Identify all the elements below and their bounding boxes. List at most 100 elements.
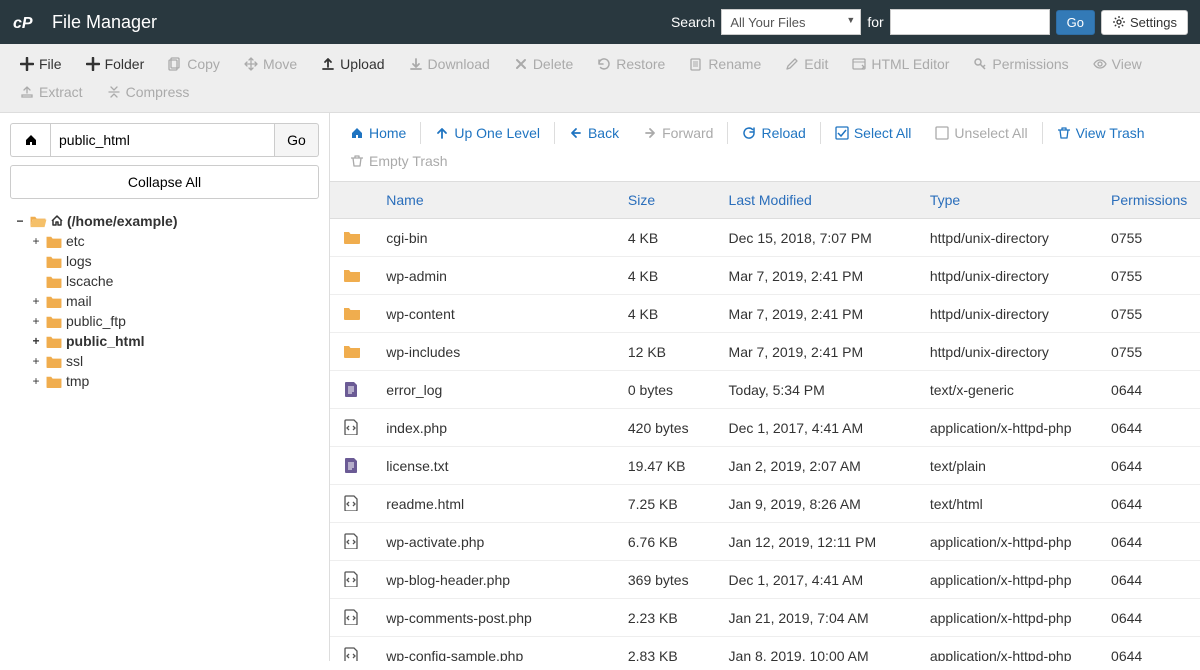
separator: [1042, 122, 1043, 144]
tree-toggle-icon[interactable]: +: [30, 314, 42, 328]
edit-button[interactable]: Edit: [773, 50, 840, 78]
file-size: 0 bytes: [616, 371, 717, 409]
col-type[interactable]: Type: [918, 182, 1099, 219]
tree-root[interactable]: − (/home/example): [14, 211, 319, 231]
folder-button[interactable]: Folder: [74, 50, 157, 78]
table-row[interactable]: error_log 0 bytes Today, 5:34 PM text/x-…: [330, 371, 1200, 409]
copy-button[interactable]: Copy: [156, 50, 232, 78]
home-label: Home: [369, 125, 406, 141]
collapse-all-button[interactable]: Collapse All: [10, 165, 319, 199]
rename-button[interactable]: Rename: [677, 50, 773, 78]
arrow-right-icon: [643, 126, 657, 140]
col-last-modified[interactable]: Last Modified: [717, 182, 918, 219]
file-perms: 0755: [1099, 295, 1200, 333]
search-group: Search All Your Files for Go Settings: [671, 9, 1188, 35]
table-row[interactable]: wp-admin 4 KB Mar 7, 2019, 2:41 PM httpd…: [330, 257, 1200, 295]
copy-label: Copy: [187, 56, 220, 72]
delete-button[interactable]: Delete: [502, 50, 585, 78]
reload-button[interactable]: Reload: [730, 119, 817, 147]
file-size: 7.25 KB: [616, 485, 717, 523]
folder-icon: [45, 354, 63, 368]
tree-toggle-icon[interactable]: +: [30, 354, 42, 368]
empty-trash-button[interactable]: Empty Trash: [338, 147, 460, 175]
path-home-button[interactable]: [10, 123, 50, 157]
file-label: File: [39, 56, 62, 72]
search-scope-select[interactable]: All Your Files: [721, 9, 861, 35]
col-permissions[interactable]: Permissions: [1099, 182, 1200, 219]
table-row[interactable]: license.txt 19.47 KB Jan 2, 2019, 2:07 A…: [330, 447, 1200, 485]
col-icon[interactable]: [330, 182, 374, 219]
home-button[interactable]: Home: [338, 119, 418, 147]
download-button[interactable]: Download: [397, 50, 502, 78]
search-input[interactable]: [890, 9, 1050, 35]
file-perms: 0644: [1099, 371, 1200, 409]
file-modified: Mar 7, 2019, 2:41 PM: [717, 295, 918, 333]
file-perms: 0644: [1099, 599, 1200, 637]
view-trash-button[interactable]: View Trash: [1045, 119, 1157, 147]
php-icon: [342, 417, 362, 437]
table-row[interactable]: wp-content 4 KB Mar 7, 2019, 2:41 PM htt…: [330, 295, 1200, 333]
up-one-level-button[interactable]: Up One Level: [423, 119, 552, 147]
permissions-button[interactable]: Permissions: [961, 50, 1080, 78]
move-label: Move: [263, 56, 297, 72]
php-icon: [342, 569, 362, 589]
file-type: application/x-httpd-php: [918, 637, 1099, 662]
tree-toggle-icon[interactable]: +: [30, 234, 42, 248]
table-row[interactable]: wp-activate.php 6.76 KB Jan 12, 2019, 12…: [330, 523, 1200, 561]
html_editor-button[interactable]: HTML Editor: [840, 50, 961, 78]
back-button[interactable]: Back: [557, 119, 631, 147]
tree-toggle-icon[interactable]: −: [14, 214, 26, 228]
toolbar: FileFolderCopyMoveUploadDownloadDeleteRe…: [0, 44, 1200, 113]
file-name: wp-includes: [374, 333, 616, 371]
file-name: wp-config-sample.php: [374, 637, 616, 662]
tree-toggle-icon[interactable]: +: [30, 334, 42, 348]
path-input[interactable]: [50, 123, 275, 157]
upload-button[interactable]: Upload: [309, 50, 396, 78]
permissions-icon: [973, 57, 987, 71]
tree-item-public_ftp[interactable]: + public_ftp: [30, 311, 319, 331]
tree-item-mail[interactable]: +mail: [30, 291, 319, 311]
tree-toggle-icon[interactable]: +: [30, 374, 42, 388]
folder-icon: [45, 374, 63, 388]
up-one-label: Up One Level: [454, 125, 540, 141]
forward-button[interactable]: Forward: [631, 119, 725, 147]
extract-button[interactable]: Extract: [8, 78, 95, 106]
file-name: cgi-bin: [374, 219, 616, 257]
tree-toggle-icon[interactable]: +: [30, 294, 42, 308]
topbar: cP File Manager Search All Your Files fo…: [0, 0, 1200, 44]
tree-item-logs[interactable]: logs: [30, 251, 319, 271]
folder-icon: [45, 254, 63, 268]
file-button[interactable]: File: [8, 50, 74, 78]
col-name[interactable]: Name: [374, 182, 616, 219]
table-row[interactable]: wp-blog-header.php 369 bytes Dec 1, 2017…: [330, 561, 1200, 599]
restore-button[interactable]: Restore: [585, 50, 677, 78]
svg-text:cP: cP: [13, 15, 33, 32]
tree-item-ssl[interactable]: +ssl: [30, 351, 319, 371]
copy-icon: [168, 57, 182, 71]
settings-button[interactable]: Settings: [1101, 10, 1188, 35]
file-type: application/x-httpd-php: [918, 599, 1099, 637]
table-row[interactable]: index.php 420 bytes Dec 1, 2017, 4:41 AM…: [330, 409, 1200, 447]
tree-item-label: public_ftp: [66, 313, 126, 329]
file-modified: Jan 12, 2019, 12:11 PM: [717, 523, 918, 561]
file-perms: 0644: [1099, 485, 1200, 523]
tree-item-lscache[interactable]: lscache: [30, 271, 319, 291]
move-button[interactable]: Move: [232, 50, 309, 78]
table-row[interactable]: readme.html 7.25 KB Jan 9, 2019, 8:26 AM…: [330, 485, 1200, 523]
search-go-button[interactable]: Go: [1056, 10, 1095, 35]
unselect-all-button[interactable]: Unselect All: [923, 119, 1039, 147]
compress-button[interactable]: Compress: [95, 78, 202, 106]
tree-item-etc[interactable]: +etc: [30, 231, 319, 251]
view-button[interactable]: View: [1081, 50, 1154, 78]
col-size[interactable]: Size: [616, 182, 717, 219]
tree-item-tmp[interactable]: +tmp: [30, 371, 319, 391]
path-go-button[interactable]: Go: [275, 123, 319, 157]
table-row[interactable]: wp-comments-post.php 2.23 KB Jan 21, 201…: [330, 599, 1200, 637]
table-row[interactable]: wp-config-sample.php 2.83 KB Jan 8, 2019…: [330, 637, 1200, 662]
table-row[interactable]: wp-includes 12 KB Mar 7, 2019, 2:41 PM h…: [330, 333, 1200, 371]
folder-tree: − (/home/example) +etclogslscache+mail+p…: [10, 211, 319, 391]
table-row[interactable]: cgi-bin 4 KB Dec 15, 2018, 7:07 PM httpd…: [330, 219, 1200, 257]
tree-item-public_html[interactable]: +public_html: [30, 331, 319, 351]
rename-label: Rename: [708, 56, 761, 72]
select-all-button[interactable]: Select All: [823, 119, 924, 147]
